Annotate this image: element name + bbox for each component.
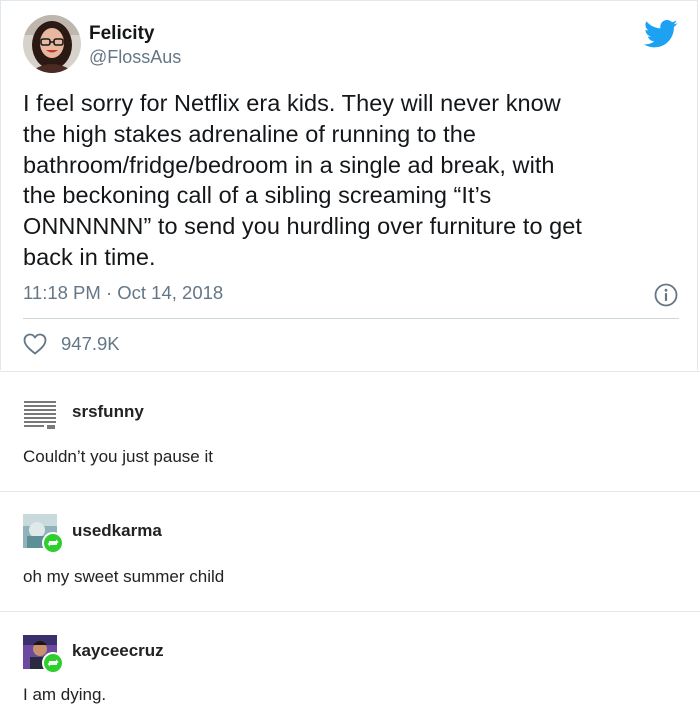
info-icon[interactable] [654,283,678,307]
comment-item: srsfunny Couldn’t you just pause it [0,371,700,492]
comment-text: I am dying. [23,685,107,704]
tweet-body: I feel sorry for Netflix era kids. They … [23,90,582,270]
comment-item: usedkarma oh my sweet summer child [0,491,700,612]
comment-username[interactable]: usedkarma [72,521,162,541]
comment-text: oh my sweet summer child [23,567,225,586]
tweet-divider [23,318,679,319]
profile-avatar[interactable] [23,15,81,73]
reblog-badge-icon [42,652,64,674]
comment-username[interactable]: srsfunny [72,402,144,422]
comment-username[interactable]: kayceecruz [72,641,164,661]
user-handle[interactable]: @FlossAus [89,46,181,68]
tweet-card: Felicity @FlossAus I feel sorry for Netf… [0,0,698,370]
heart-icon[interactable] [23,333,47,355]
twitter-bird-icon[interactable] [644,19,678,49]
reblog-badge-icon [42,532,64,554]
comment-text: Couldn’t you just pause it [23,447,213,466]
user-avatar[interactable] [23,399,57,433]
display-name[interactable]: Felicity [89,23,154,45]
comment-item: kayceecruz I am dying. [0,611,700,718]
tweet-timestamp[interactable]: 11:18 PM · Oct 14, 2018 [23,281,223,305]
like-count: 947.9K [61,333,120,354]
